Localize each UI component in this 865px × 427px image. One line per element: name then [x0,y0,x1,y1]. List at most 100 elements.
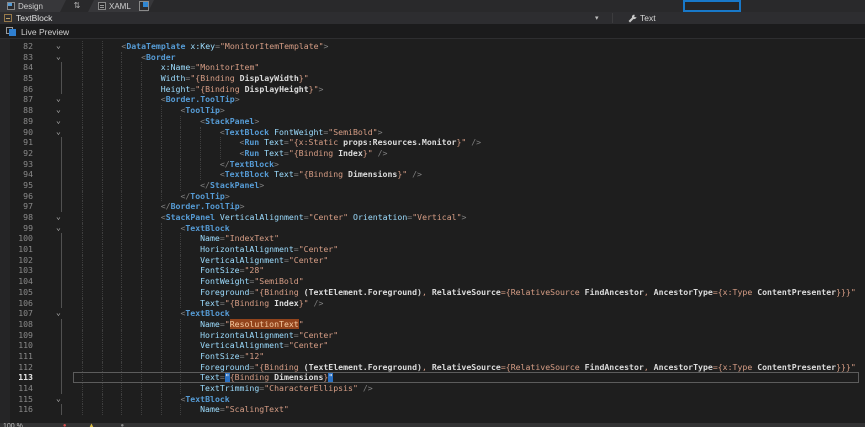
indent-guide [220,137,240,148]
code-line[interactable]: 115⌄<TextBlock [0,394,865,405]
code-line[interactable]: 82⌄<DataTemplate x:Key="MonitorItemTempl… [0,41,865,52]
code-line[interactable]: 86Height="{Binding DisplayHeight}"> [0,84,865,95]
warning-count-icon[interactable]: ▲ [88,423,94,427]
code-line[interactable]: 112Foreground="{Binding (TextElement.For… [0,362,865,373]
code-line[interactable]: 110VerticalAlignment="Center" [0,340,865,351]
token-d: </ [220,159,230,169]
token-s: "28" [245,265,265,275]
indent-guide [121,351,141,362]
token-a: VerticalAlignment [200,340,284,350]
token-a: HorizontalAlignment [200,330,294,340]
line-number: 87 [0,94,33,105]
fold-chevron-icon[interactable]: ⌄ [56,394,61,405]
token-e: TextBlock [185,308,229,318]
code-line[interactable]: 89⌄<StackPanel> [0,116,865,127]
line-number: 102 [0,255,33,266]
swap-panes-button[interactable]: ⇅ [68,0,86,12]
indent-guide [161,372,181,383]
code-line[interactable]: 113Text="{Binding Dimensions}" [0,372,865,383]
fold-chevron-icon[interactable]: ⌄ [56,127,61,138]
zoom-level[interactable]: 100 % [3,423,23,427]
code-line[interactable]: 99⌄<TextBlock [0,223,865,234]
code-line[interactable]: 111FontSize="12" [0,351,865,362]
breadcrumb-dropdown-caret[interactable]: ▾ [595,14,599,22]
code-line[interactable]: 106Text="{Binding Index}" /> [0,298,865,309]
fold-chevron-icon[interactable]: ⌄ [56,212,61,223]
fold-chevron-icon[interactable]: ⌄ [56,41,61,52]
fold-chevron-icon[interactable]: ⌄ [56,116,61,127]
code-line[interactable]: 96</ToolTip> [0,191,865,202]
code-line[interactable]: 107⌄<TextBlock [0,308,865,319]
token-s: ={RelativeSource [501,287,585,297]
fold-chevron-icon[interactable]: ⌄ [56,105,61,116]
code-text: FontWeight="SemiBold" [82,276,865,287]
token-p: ContentPresenter [757,362,836,372]
indent-guide [141,127,161,138]
code-line[interactable]: 93</TextBlock> [0,159,865,170]
indent-guide [102,105,122,116]
code-line[interactable]: 102VerticalAlignment="Center" [0,255,865,266]
code-line[interactable]: 92<Run Text="{Binding Index}" /> [0,148,865,159]
indent-guide [141,137,161,148]
indent-guide [121,212,141,223]
fold-chevron-icon[interactable]: ⌄ [56,94,61,105]
fold-chevron-icon[interactable]: ⌄ [56,223,61,234]
token-s: "IndexText" [225,233,279,243]
token-s: "{Binding [225,298,274,308]
indent-guide [141,308,161,319]
code-line[interactable]: 101HorizontalAlignment="Center" [0,244,865,255]
outlining-margin [33,169,82,180]
line-number: 106 [0,298,33,309]
fold-guide-line [61,244,62,255]
token-d: > [225,191,230,201]
outlining-margin: ⌄ [33,127,82,138]
error-count-icon[interactable]: ● [63,423,67,427]
code-line[interactable]: 109HorizontalAlignment="Center" [0,330,865,341]
fold-chevron-icon[interactable]: ⌄ [56,308,61,319]
indent-guide [121,383,141,394]
code-line[interactable]: 114TextTrimming="CharacterEllipsis" /> [0,383,865,394]
fold-guide-line [61,84,62,95]
xaml-code-editor[interactable]: 82⌄<DataTemplate x:Key="MonitorItemTempl… [0,39,865,423]
code-line[interactable]: 84x:Name="MonitorItem" [0,62,865,73]
text-property-tool[interactable]: Text [628,13,656,23]
tab-design[interactable]: Design [0,0,66,12]
code-text: <ToolTip> [82,105,865,116]
code-text: FontSize="28" [82,265,865,276]
message-count-icon[interactable]: ● [120,423,124,427]
code-line[interactable]: 103FontSize="28" [0,265,865,276]
indent-guide [121,394,141,405]
code-line[interactable]: 116Name="ScalingText" [0,404,865,415]
code-line[interactable]: 90⌄<TextBlock FontWeight="SemiBold"> [0,127,865,138]
code-line[interactable]: 95</StackPanel> [0,180,865,191]
code-line[interactable]: 97</Border.ToolTip> [0,201,865,212]
token-a: Name [200,319,220,329]
code-line[interactable]: 108Name="ResolutionText" [0,319,865,330]
live-preview-bar[interactable]: Live Preview [0,25,865,39]
code-line[interactable]: 83⌄<Border [0,52,865,63]
token-p: AncestorType [654,362,713,372]
indent-guide [82,223,102,234]
code-line[interactable]: 100Name="IndexText" [0,233,865,244]
line-number: 105 [0,287,33,298]
code-line[interactable]: 104FontWeight="SemiBold" [0,276,865,287]
focused-toolbar-box[interactable] [683,0,741,12]
token-p: DisplayHeight [245,84,309,94]
fold-guide-line [61,265,62,276]
fold-guide-line [61,137,62,148]
breadcrumb-element[interactable]: TextBlock [16,13,52,23]
line-number: 97 [0,201,33,212]
code-line[interactable]: 88⌄<ToolTip> [0,105,865,116]
token-s: "MonitorItem" [195,62,259,72]
code-line[interactable]: 91<Run Text="{x:Static props:Resources.M… [0,137,865,148]
code-line[interactable]: 85Width="{Binding DisplayWidth}" [0,73,865,84]
code-line[interactable]: 98⌄<StackPanel VerticalAlignment="Center… [0,212,865,223]
token-p: Index [274,298,299,308]
indent-guide [121,105,141,116]
code-line[interactable]: 105Foreground="{Binding (TextElement.For… [0,287,865,298]
code-line[interactable]: 87⌄<Border.ToolTip> [0,94,865,105]
indent-guide [141,62,161,73]
fold-chevron-icon[interactable]: ⌄ [56,52,61,63]
popout-pane-button[interactable] [139,1,149,11]
code-line[interactable]: 94<TextBlock Text="{Binding Dimensions}"… [0,169,865,180]
